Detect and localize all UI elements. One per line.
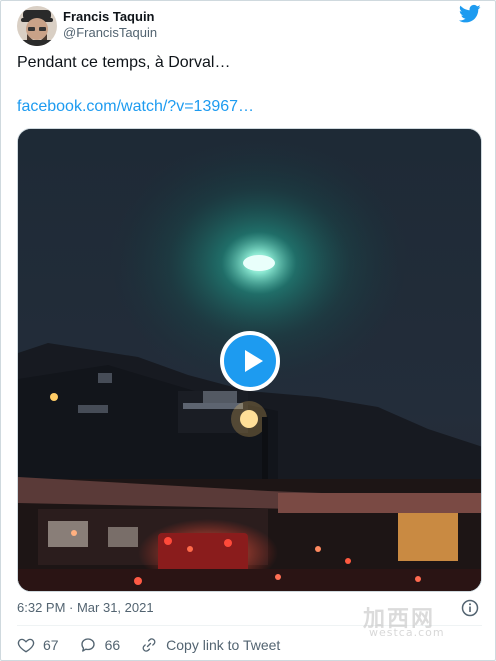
like-count: 67: [43, 637, 59, 653]
tweet-timestamp[interactable]: 6:32 PM · Mar 31, 2021: [17, 599, 154, 617]
avatar-image: [17, 6, 57, 46]
avatar[interactable]: [17, 6, 57, 46]
author-handle[interactable]: @FrancisTaquin: [63, 25, 157, 41]
tweet-text: Pendant ce temps, à Dorval…: [17, 54, 231, 71]
author-display-name[interactable]: Francis Taquin: [63, 9, 157, 25]
play-icon: [245, 350, 263, 372]
like-button[interactable]: 67: [17, 636, 59, 654]
reply-bubble-icon: [80, 638, 95, 652]
site-watermark: 加西网 westca.com: [363, 601, 475, 643]
link-icon: [142, 638, 156, 652]
copy-link-button[interactable]: Copy link to Tweet: [140, 636, 280, 654]
tweet-card: Francis Taquin @FrancisTaquin Pendant ce…: [0, 0, 496, 661]
reply-count: 66: [104, 637, 121, 653]
watermark-sub: westca.com: [369, 626, 445, 639]
divider: [17, 625, 482, 626]
tweet-link[interactable]: facebook.com/watch/?v=13967…: [17, 97, 254, 117]
tweet-header: Francis Taquin @FrancisTaquin: [17, 4, 481, 46]
copy-link-label: Copy link to Tweet: [166, 637, 281, 653]
reply-button[interactable]: 66: [79, 636, 121, 654]
heart-icon: [17, 638, 35, 653]
info-icon[interactable]: [461, 599, 479, 617]
video-player[interactable]: [17, 128, 482, 592]
action-bar: 67 66 Copy link to Tweet: [17, 634, 300, 656]
twitter-bird-icon[interactable]: [458, 4, 481, 24]
play-button[interactable]: [220, 331, 280, 391]
author-names: Francis Taquin @FrancisTaquin: [63, 9, 157, 41]
watermark-main: 加西网: [363, 607, 436, 632]
